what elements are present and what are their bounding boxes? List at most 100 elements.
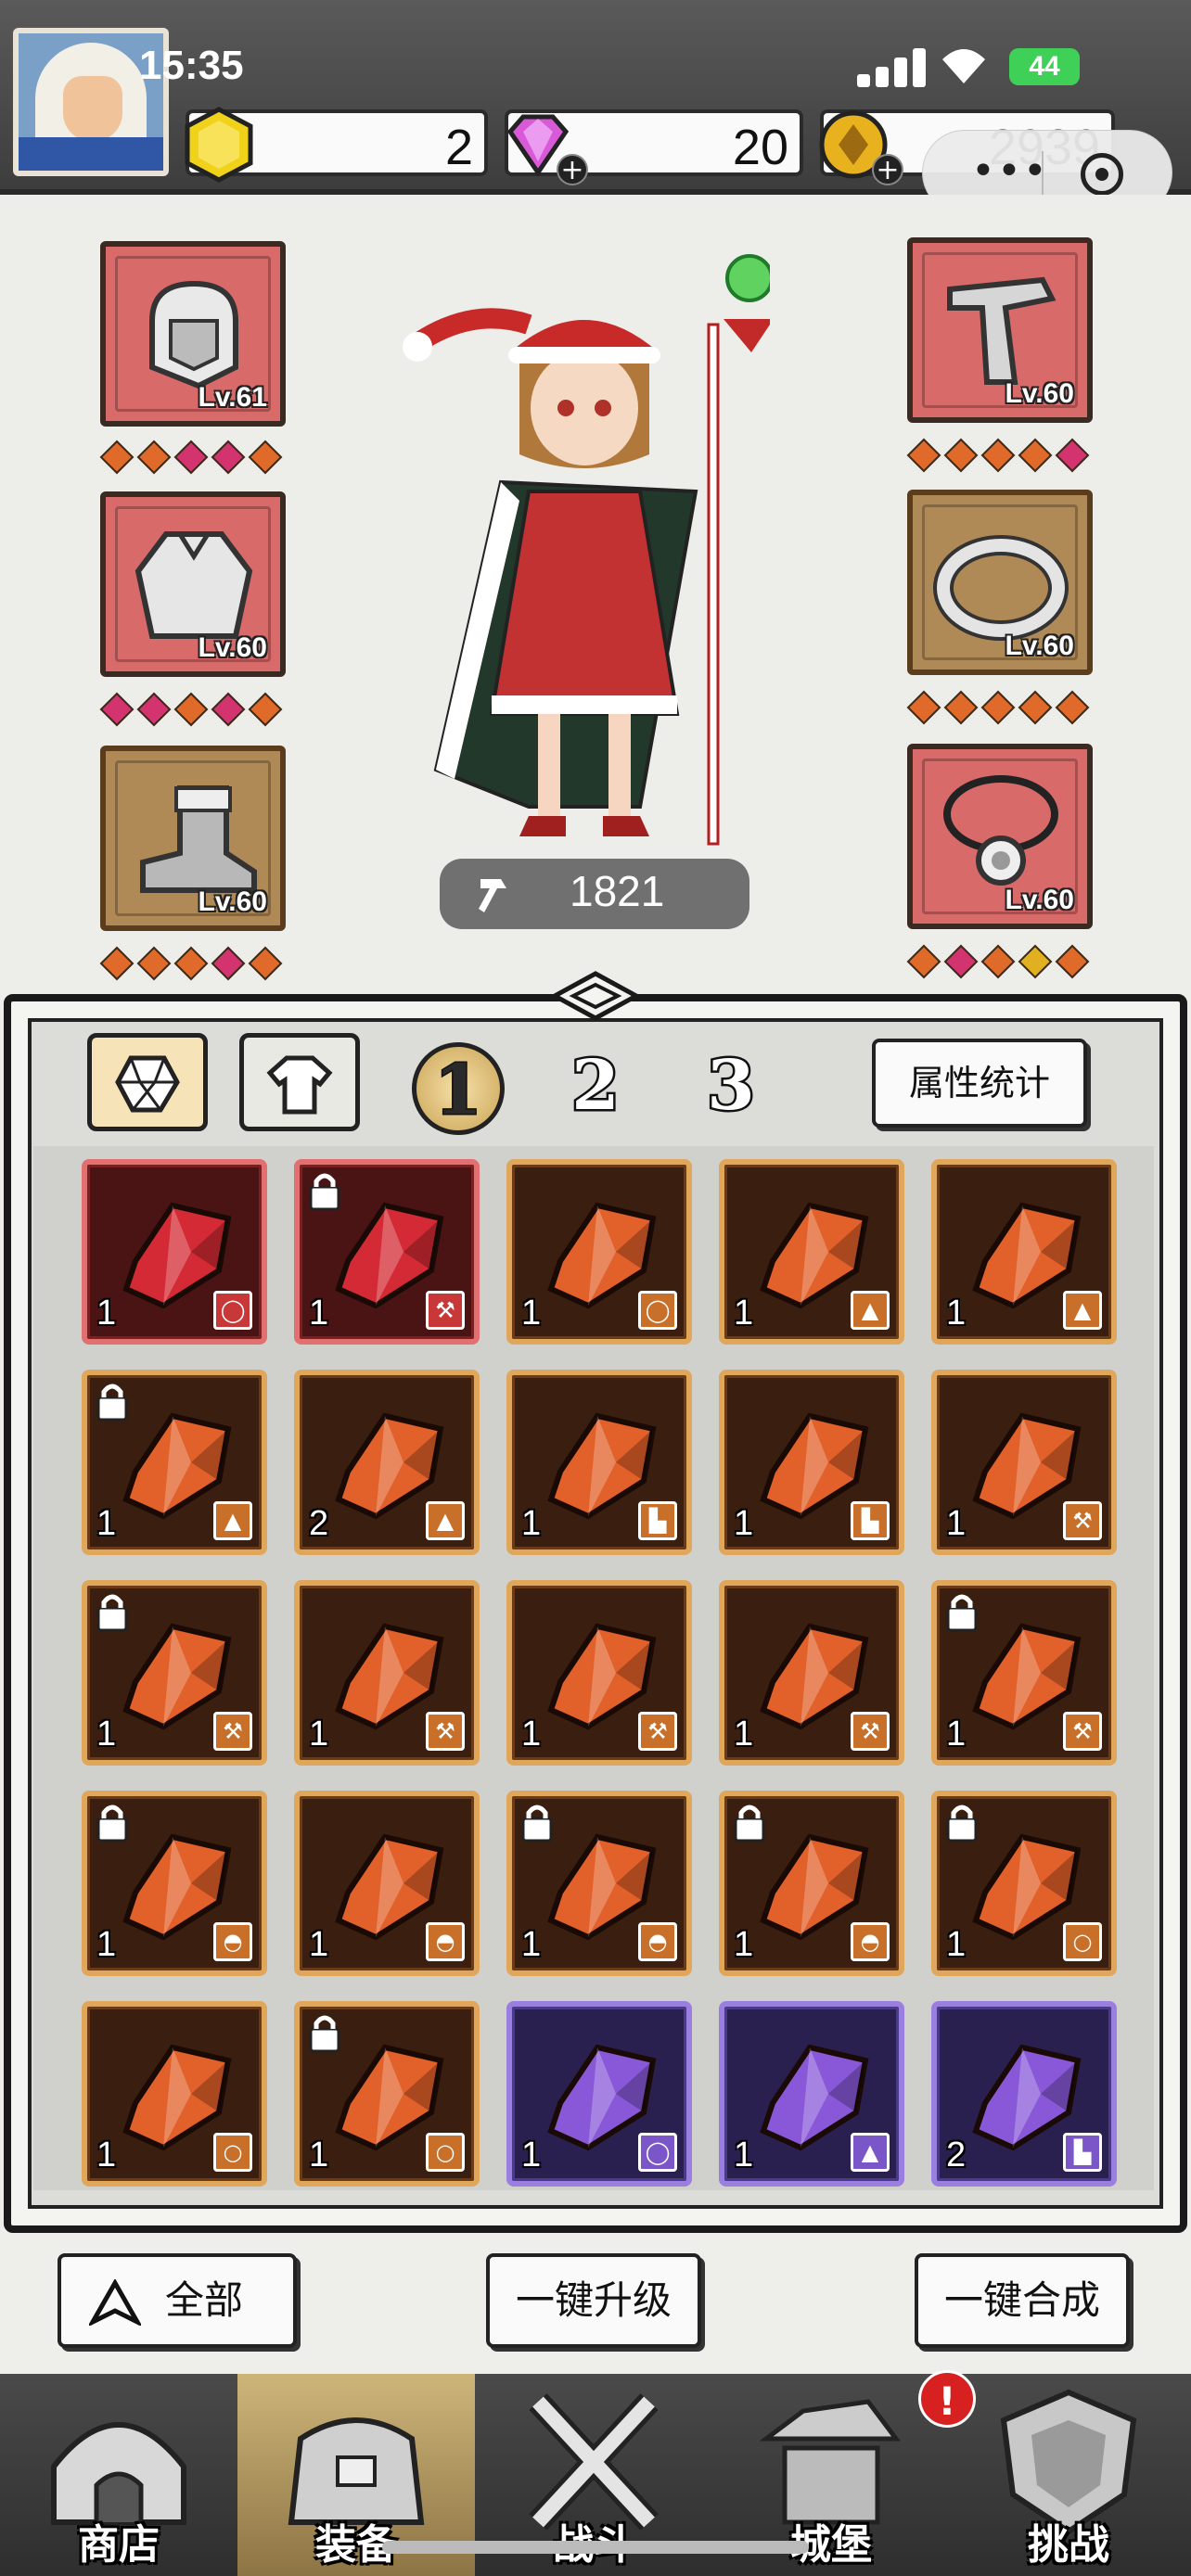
helmet-icon: ◓: [638, 1922, 677, 1961]
quality-diamond-icon: [136, 440, 172, 475]
inventory-item[interactable]: 1 ⚒: [931, 1370, 1117, 1555]
lock-icon: [96, 1384, 128, 1422]
hex-coin-counter[interactable]: 2: [185, 107, 488, 183]
inventory-item[interactable]: 1 ▲: [719, 1159, 904, 1345]
inventory-item[interactable]: 1 ◓: [506, 1791, 692, 1976]
inventory-item[interactable]: 1 ◯: [506, 2001, 692, 2187]
weapon-icon: ⚒: [851, 1712, 890, 1751]
inventory-item[interactable]: 1 ◯: [82, 1159, 267, 1345]
inventory-item[interactable]: 1 ⚒: [294, 1580, 480, 1766]
nav-shop[interactable]: 商店: [0, 2374, 237, 2576]
lock-icon: [309, 1173, 340, 1211]
page-3-tab[interactable]: 3: [685, 1042, 777, 1135]
page-2-tab[interactable]: 2: [549, 1042, 642, 1135]
equip-slot-necklace[interactable]: Lv.60: [907, 744, 1093, 929]
ring-icon: ◯: [213, 1291, 252, 1330]
inventory-item[interactable]: 1 ○: [82, 2001, 267, 2187]
item-count: 1: [734, 1294, 754, 1333]
equip-slot-armor[interactable]: Lv.60: [100, 491, 286, 677]
shirt-icon: [266, 1055, 333, 1115]
inventory-item[interactable]: 1 ◓: [294, 1791, 480, 1976]
filter-gem-button[interactable]: [87, 1033, 208, 1131]
armor-icon: ▲: [1063, 1291, 1102, 1330]
necklace-icon: ○: [1063, 1922, 1102, 1961]
filter-all-button[interactable]: 全部: [58, 2253, 297, 2348]
item-count: 1: [96, 1925, 117, 1964]
quality-diamond-icon: [173, 946, 209, 981]
item-count: 1: [96, 1504, 117, 1543]
equip-slot-ring[interactable]: Lv.60: [907, 490, 1093, 675]
inventory-item[interactable]: 1 ▙: [719, 1370, 904, 1555]
inventory-item[interactable]: 2 ▙: [931, 2001, 1117, 2187]
inventory-item[interactable]: 1 ○: [931, 1791, 1117, 1976]
lock-icon: [521, 1804, 553, 1843]
necklace-star-row: [906, 944, 1090, 979]
close-miniprogram-icon[interactable]: [1081, 153, 1123, 196]
page-1-tab[interactable]: 1: [412, 1042, 505, 1135]
inventory-item[interactable]: 1 ▙: [506, 1370, 692, 1555]
inventory-item[interactable]: 1 ⚒: [82, 1580, 267, 1766]
notification-badge: !: [918, 2370, 976, 2428]
item-count: 1: [309, 2136, 329, 2174]
inventory-item[interactable]: 1 ⚒: [719, 1580, 904, 1766]
quality-diamond-icon: [980, 438, 1016, 473]
inventory-item[interactable]: 1 ◯: [506, 1159, 692, 1345]
quality-diamond-icon: [906, 944, 941, 979]
inventory-item[interactable]: 1 ▲: [719, 2001, 904, 2187]
quality-diamond-icon: [173, 440, 209, 475]
inventory-item[interactable]: 1 ▲: [931, 1159, 1117, 1345]
item-count: 1: [521, 2136, 542, 2174]
equip-slot-boots[interactable]: Lv.60: [100, 746, 286, 931]
item-count: 1: [734, 1715, 754, 1753]
necklace-icon: ○: [426, 2133, 465, 2172]
quality-diamond-icon: [248, 692, 283, 727]
attribute-stats-button[interactable]: 属性统计: [872, 1039, 1087, 1128]
slot-level: Lv.60: [1005, 378, 1075, 409]
filter-equipment-button[interactable]: [239, 1033, 360, 1131]
inventory-item[interactable]: 2 ▲: [294, 1370, 480, 1555]
inventory-item[interactable]: 1 ◓: [719, 1791, 904, 1976]
filter-all-label: 全部: [165, 2277, 244, 2323]
item-count: 2: [946, 2136, 967, 2174]
quality-diamond-icon: [136, 946, 172, 981]
item-count: 1: [734, 1504, 754, 1543]
slot-level: Lv.60: [1005, 885, 1075, 915]
item-count: 1: [309, 1925, 329, 1964]
quality-diamond-icon: [248, 440, 283, 475]
quality-diamond-icon: [943, 438, 979, 473]
triangle-up-icon: [89, 2279, 141, 2326]
ring-star-row: [906, 690, 1090, 725]
item-count: 1: [96, 1294, 117, 1333]
add-diamond-button[interactable]: +: [557, 154, 588, 185]
armor-icon: ▲: [213, 1501, 252, 1540]
ring-icon: ◯: [638, 1291, 677, 1330]
add-gold-button[interactable]: +: [872, 154, 903, 185]
equip-slot-helmet[interactable]: Lv.61: [100, 241, 286, 427]
wifi-icon: [942, 49, 985, 83]
slot-level: Lv.60: [1005, 631, 1075, 661]
inventory-item[interactable]: 1 ⚒: [506, 1580, 692, 1766]
quality-diamond-icon: [211, 440, 246, 475]
armor-icon: ▲: [851, 1291, 890, 1330]
item-count: 1: [309, 1715, 329, 1753]
ring-icon: ◯: [638, 2133, 677, 2172]
inventory-item[interactable]: 1 ▲: [82, 1370, 267, 1555]
slot-level: Lv.60: [198, 632, 268, 663]
one-click-merge-button[interactable]: 一键合成: [915, 2253, 1130, 2348]
gem-filter-icon: [115, 1055, 180, 1113]
diamond-counter[interactable]: + 20: [505, 109, 803, 185]
more-icon[interactable]: •••: [971, 147, 1049, 195]
nav-challenge-label: 挑战: [1028, 2521, 1109, 2569]
inventory-item[interactable]: 1 ⚒: [931, 1580, 1117, 1766]
nav-challenge[interactable]: 挑战: [950, 2374, 1187, 2576]
helmet-icon: ◓: [213, 1922, 252, 1961]
equip-slot-weapon[interactable]: Lv.60: [907, 237, 1093, 423]
inventory-item[interactable]: 1 ⚒: [294, 1159, 480, 1345]
inventory-item[interactable]: 1 ○: [294, 2001, 480, 2187]
lock-icon: [96, 1804, 128, 1843]
weapon-icon: ⚒: [1063, 1712, 1102, 1751]
battery-indicator: 44: [1009, 48, 1080, 85]
inventory-item[interactable]: 1 ◓: [82, 1791, 267, 1976]
one-click-upgrade-button[interactable]: 一键升级: [486, 2253, 701, 2348]
item-count: 1: [734, 2136, 754, 2174]
